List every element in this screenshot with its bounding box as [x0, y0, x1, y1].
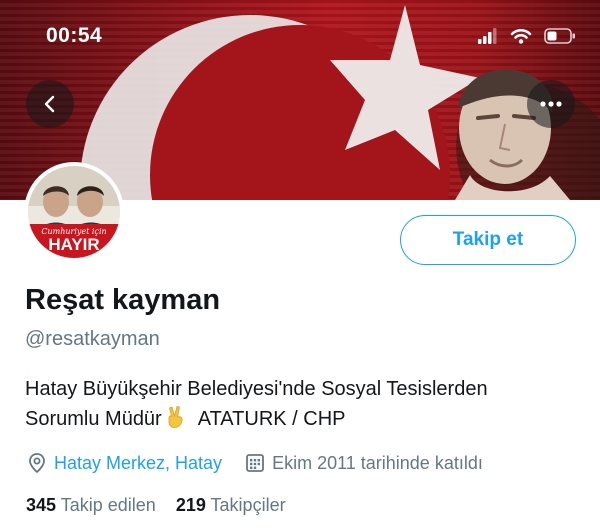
followers-stat[interactable]: 219 Takipçiler [176, 495, 286, 515]
display-name: Reşat kayman [25, 284, 221, 316]
avatar-image: Cumhuriyet için HAYIR [28, 166, 120, 258]
back-button[interactable] [26, 80, 74, 128]
following-count: 345 [26, 495, 57, 515]
location-link[interactable]: Hatay Merkez, Hatay [54, 453, 222, 474]
wifi-icon [510, 28, 532, 44]
battery-icon [544, 28, 575, 44]
more-horizontal-icon [540, 101, 562, 107]
joined-date: Ekim 2011 tarihinde katıldı [272, 452, 483, 473]
user-handle: @resatkayman [25, 328, 160, 350]
profile-avatar[interactable]: Cumhuriyet için HAYIR [24, 162, 124, 262]
followers-label: Takipçiler [210, 495, 286, 515]
chevron-left-icon [44, 95, 55, 113]
more-options-button[interactable] [527, 80, 575, 128]
avatar-text-large: HAYIR [48, 235, 99, 254]
follow-stats: 345 Takip edilen 219 Takipçiler [26, 495, 286, 516]
cellular-signal-icon [478, 28, 497, 44]
status-time: 00:54 [46, 24, 103, 47]
location-pin-icon [29, 453, 45, 474]
bio-affiliation-text: ATATURK / CHP [197, 408, 346, 430]
profile-meta: Hatay Merkez, Hatay Ekim 2011 tarihinde … [26, 452, 483, 474]
portrait-image [455, 69, 600, 200]
calendar-icon [246, 454, 264, 472]
followers-count: 219 [175, 495, 206, 515]
following-label: Takip edilen [60, 495, 156, 515]
victory-hand-emoji-icon [168, 406, 183, 428]
follow-button[interactable]: Takip et [400, 215, 576, 265]
status-icons [478, 28, 576, 44]
bio-line-1: Hatay Büyükşehir Belediyesi'nde Sosyal T… [25, 378, 488, 400]
bio-title-text: Sorumlu Müdür [25, 408, 162, 430]
profile-bio: Hatay Büyükşehir Belediyesi'nde Sosyal T… [25, 374, 585, 434]
bio-line-2: Sorumlu Müdür ATATURK / CHP [25, 404, 585, 434]
following-stat[interactable]: 345 Takip edilen [26, 495, 156, 515]
